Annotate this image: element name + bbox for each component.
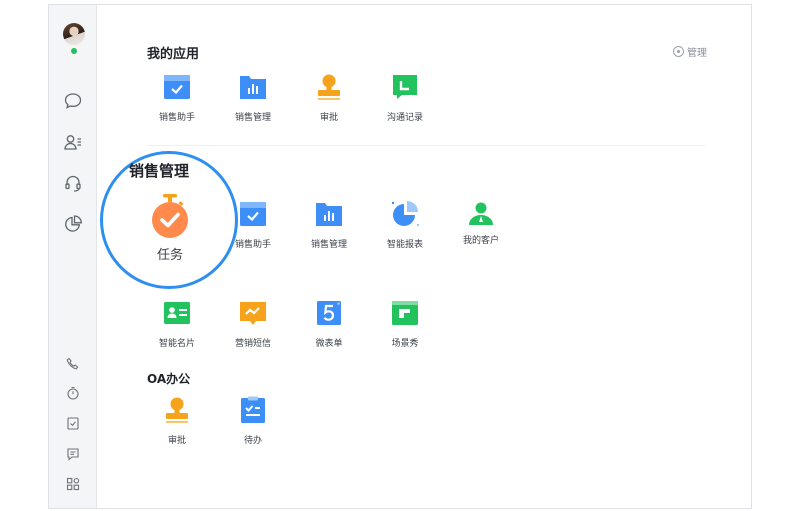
manage-button[interactable]: 管理 [673, 44, 707, 59]
my-apps-title: 我的应用 [147, 47, 200, 62]
sales-assistant-icon [162, 72, 192, 102]
phone-icon[interactable] [66, 357, 80, 371]
app-label: 场景秀 [391, 339, 419, 349]
task-stopwatch-icon [152, 194, 188, 238]
smart-card-icon [162, 298, 192, 328]
my-customers-icon [466, 199, 496, 229]
app-task[interactable]: 任务 [139, 194, 201, 263]
sales-assistant-icon [238, 199, 268, 229]
sales-management-title: 销售管理 [129, 162, 190, 180]
approval-stamp-icon [162, 395, 192, 425]
app-label: 沟通记录 [386, 113, 423, 123]
gear-icon [673, 46, 684, 57]
todo-icon [238, 395, 268, 425]
avatar[interactable] [63, 23, 85, 45]
notes-icon[interactable] [66, 447, 80, 461]
apps-grid-icon[interactable] [66, 477, 80, 491]
app-my-customers[interactable]: 我的客户 [446, 199, 516, 246]
checklist-icon[interactable] [66, 416, 80, 430]
approval-stamp-icon [314, 72, 344, 102]
timer-icon[interactable] [66, 386, 80, 400]
contacts-icon[interactable] [63, 132, 83, 152]
app-label: 销售助手 [158, 113, 195, 123]
app-label: 待办 [243, 436, 262, 446]
communication-record-icon [390, 72, 420, 102]
app-label: 智能报表 [386, 240, 423, 250]
app-label: 智能名片 [158, 339, 195, 349]
app-scene-show[interactable]: 场景秀 [370, 298, 440, 349]
app-approval-oa[interactable]: 审批 [142, 395, 212, 446]
pie-chart-icon[interactable] [63, 214, 83, 234]
app-sales-management-2[interactable]: 销售管理 [294, 199, 364, 250]
app-label: 微表单 [315, 339, 343, 349]
headset-icon[interactable] [63, 173, 83, 193]
sidebar [49, 5, 97, 508]
app-micro-form[interactable]: 微表单 [294, 298, 364, 349]
app-smart-card[interactable]: 智能名片 [142, 298, 212, 349]
chat-icon[interactable] [63, 91, 83, 111]
app-task-label: 任务 [156, 248, 183, 263]
app-label: 审批 [167, 436, 186, 446]
app-communication-record[interactable]: 沟通记录 [370, 72, 440, 123]
app-smart-report[interactable]: 智能报表 [370, 199, 440, 250]
app-label: 销售管理 [234, 113, 271, 123]
app-approval[interactable]: 审批 [294, 72, 364, 123]
online-status-dot [71, 48, 77, 54]
marketing-sms-icon [238, 298, 268, 328]
sales-management-icon [238, 72, 268, 102]
manage-label: 管理 [687, 48, 707, 59]
app-label: 营销短信 [234, 339, 271, 349]
sales-management-icon [314, 199, 344, 229]
app-label: 我的客户 [462, 236, 499, 246]
section-divider [147, 145, 705, 146]
app-todo[interactable]: 待办 [218, 395, 288, 446]
app-sales-management[interactable]: 销售管理 [218, 72, 288, 123]
oa-section-title: OA办公 [147, 372, 191, 386]
app-label: 销售管理 [310, 240, 347, 250]
app-marketing-sms[interactable]: 营销短信 [218, 298, 288, 349]
app-label: 审批 [319, 113, 338, 123]
smart-report-icon [390, 199, 420, 229]
micro-form-icon [314, 298, 344, 328]
app-sales-assistant[interactable]: 销售助手 [142, 72, 212, 123]
scene-show-icon [390, 298, 420, 328]
